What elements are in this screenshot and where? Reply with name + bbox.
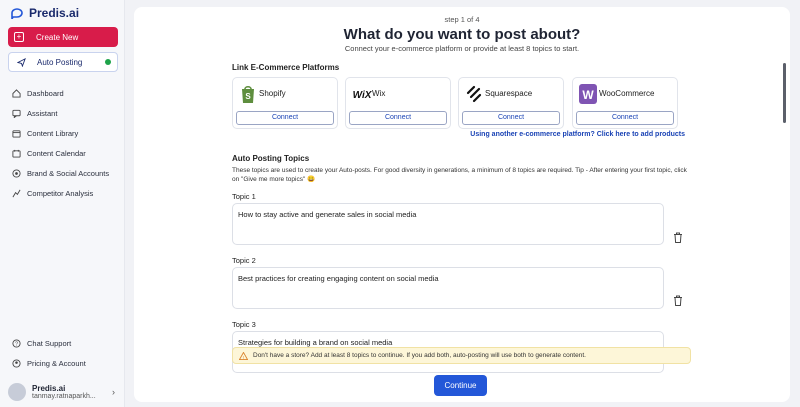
svg-text:?: ? [15,341,18,347]
step-indicator: step 1 of 4 [444,15,480,24]
user-email: tanmay.ratnaparkh... [32,393,96,400]
auto-posting-label: Auto Posting [37,57,83,67]
app-name: Predis.ai [29,6,80,20]
chat-icon [12,109,21,118]
trash-icon[interactable] [673,295,683,306]
svg-text:WiX: WiX [353,90,372,101]
help-icon: ? [12,338,21,347]
sidebar-item-assistant[interactable]: Assistant [12,103,109,123]
sidebar-item-label: Assistant [27,108,58,118]
platform-card-wix: WiX Wix Connect [345,77,451,129]
page-subtitle: Connect your e-commerce platform or prov… [344,44,580,53]
continue-button[interactable]: Continue [434,375,487,396]
user-info: Predis.ai tanmay.ratnaparkh... [32,384,96,400]
sidebar-item-chat-support[interactable]: ? Chat Support [12,333,86,353]
warning-text: Don't have a store? Add at least 8 topic… [253,352,586,359]
platform-card-shopify: S Shopify Connect [232,77,338,129]
woocommerce-icon: W [579,84,597,104]
home-icon [12,88,21,98]
sidebar-item-label: Competitor Analysis [27,188,94,198]
shopify-icon: S [242,86,254,103]
topic-input[interactable]: Best practices for creating engaging con… [232,267,664,309]
sidebar-item-content-library[interactable]: Content Library [12,123,109,143]
svg-text:W: W [582,88,594,102]
logo[interactable]: Predis.ai [10,6,79,20]
platform-name: Squarespace [485,89,533,98]
scrollbar[interactable] [783,63,786,123]
user-profile[interactable]: Predis.ai tanmay.ratnaparkh... › [0,377,125,407]
auto-posting-button[interactable]: Auto Posting [8,52,118,72]
squarespace-icon [466,85,482,103]
platform-name: Shopify [259,89,286,98]
sidebar-item-pricing-account[interactable]: Pricing & Account [12,353,86,373]
connect-woocommerce-button[interactable]: Connect [576,111,674,125]
sidebar-item-brand-social[interactable]: Brand & Social Accounts [12,163,109,183]
sidebar-item-label: Brand & Social Accounts [27,168,110,178]
sidebar-item-label: Pricing & Account [27,358,86,368]
platform-card-woocommerce: W WooCommerce Connect [572,77,678,129]
wix-icon: WiX [353,90,372,101]
topic-label: Topic 1 [232,192,256,201]
sidebar: Predis.ai + Create New Auto Posting Dash… [0,0,125,407]
warning-banner: ! Don't have a store? Add at least 8 top… [232,347,691,364]
platform-name: WooCommerce [599,89,655,98]
create-new-label: Create New [36,32,79,42]
connect-squarespace-button[interactable]: Connect [462,111,560,125]
topics-description: These topics are used to create your Aut… [232,167,687,183]
brand-icon [12,168,21,178]
svg-text:S: S [245,92,251,101]
chevron-right-icon: › [112,387,115,397]
sidebar-nav: Dashboard Assistant Content Library Cont… [12,83,109,203]
sidebar-item-label: Dashboard [27,88,64,98]
sidebar-item-competitor-analysis[interactable]: Competitor Analysis [12,183,109,203]
svg-text:!: ! [243,354,244,359]
platform-name: Wix [372,89,386,98]
sidebar-item-label: Chat Support [27,338,72,348]
user-name: Predis.ai [32,384,66,393]
connect-shopify-button[interactable]: Connect [236,111,334,125]
other-platform-link[interactable]: Using another e-commerce platform? Click… [470,131,685,138]
chart-icon [12,189,21,197]
sidebar-item-dashboard[interactable]: Dashboard [12,83,109,103]
main-panel: step 1 of 4 What do you want to post abo… [134,7,790,402]
trash-icon[interactable] [673,232,683,243]
topic-label: Topic 3 [232,320,256,329]
warning-icon: ! [239,351,248,360]
account-icon [12,358,21,368]
topic-label: Topic 2 [232,256,256,265]
connect-wix-button[interactable]: Connect [349,111,447,125]
platforms-heading: Link E-Commerce Platforms [232,63,340,72]
page-title: What do you want to post about? [343,26,581,43]
platform-card-squarespace: Squarespace Connect [458,77,564,129]
send-icon [17,57,26,67]
calendar-icon [12,149,21,158]
topics-heading: Auto Posting Topics [232,154,310,163]
sidebar-item-label: Content Library [27,128,79,138]
plus-icon: + [14,32,24,42]
sidebar-item-label: Content Calendar [27,148,86,158]
avatar [8,383,26,401]
topic-input[interactable]: How to stay active and generate sales in… [232,203,664,245]
create-new-button[interactable]: + Create New [8,27,118,47]
library-icon [12,129,21,138]
predis-logo-icon [11,8,23,19]
sidebar-item-content-calendar[interactable]: Content Calendar [12,143,109,163]
sidebar-bottom-nav: ? Chat Support Pricing & Account [12,333,86,373]
status-dot [105,59,111,65]
